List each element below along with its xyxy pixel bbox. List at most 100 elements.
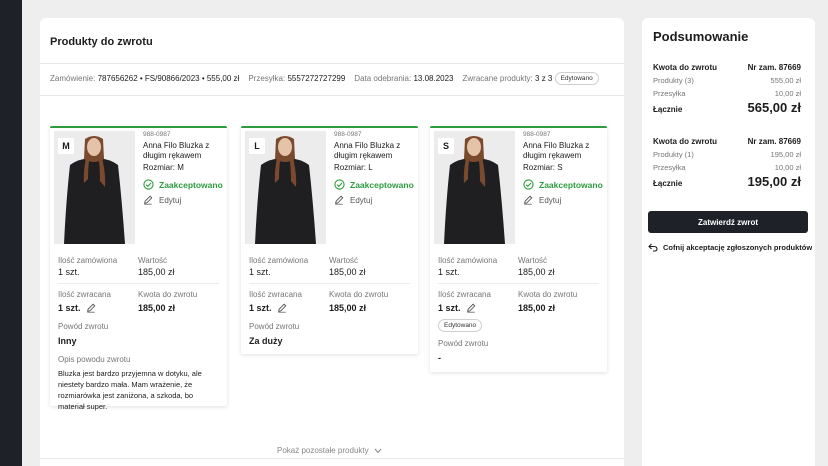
summary-title: Podsumowanie [653,29,749,44]
refund-header: Kwota do zwrotu Nr zam. 87669 [653,63,801,72]
reason-label: Powód zwrotu [249,322,300,331]
total-row: Łącznie 195,00 zł [653,174,801,189]
check-circle-icon [143,179,154,190]
edit-button[interactable]: Edytuj [334,195,372,205]
size-badge: S [438,138,454,154]
status-accepted: Zaakceptowano [334,179,414,190]
edit-button[interactable]: Edytuj [523,195,561,205]
return-products-panel: Produkty do zwrotu Zamówienie: 787656262… [40,18,624,466]
show-more-products-button[interactable]: Pokaż pozostałe produkty [277,446,382,455]
refund-amount-label: Kwota do zwrotu [518,290,578,299]
shipping-value: 10,00 zł [774,163,801,172]
left-navigation-bar [0,0,22,466]
returned-qty-edit[interactable]: 1 szt. [58,303,96,313]
refund-header: Kwota do zwrotu Nr zam. 87669 [653,137,801,146]
refund-amount-value: 185,00 zł [329,303,367,313]
undo-arrow-icon [648,243,658,252]
pencil-icon [524,195,533,205]
ordered-qty-label: Ilość zamówiona [249,256,309,265]
pencil-icon [86,303,95,313]
status-accepted: Zaakceptowano [143,179,223,190]
reason-label: Powód zwrotu [58,322,109,331]
value-value: 185,00 zł [329,267,366,277]
total-label: Łącznie [653,179,683,188]
product-size: Rozmiar: L [334,163,373,172]
size-badge: L [249,138,265,154]
returned-qty-edit[interactable]: 1 szt. [438,303,476,313]
order-meta: Zamówienie: 787656262 • FS/90866/2023 • … [50,70,599,86]
value-value: 185,00 zł [518,267,555,277]
reason-desc-label: Opis powodu zwrotu [58,355,131,364]
returned-qty-label: Ilość zwracana [58,290,111,299]
product-card: S 988-0987 Anna Filo Bluzka z długim ręk… [430,126,607,372]
products-value: 195,00 zł [770,150,801,159]
product-size: Rozmiar: S [523,163,563,172]
edited-badge: Edytowano [554,71,599,85]
value-label: Wartość [329,256,359,265]
refund-amount-label: Kwota do zwrotu [138,290,198,299]
returned-qty-label: Ilość zwracana [249,290,302,299]
reason-desc-text: Bluzka jest bardzo przyjemna w dotyku, a… [58,369,202,411]
show-more-label: Pokaż pozostałe produkty [277,446,369,455]
refund-amount-label: Kwota do zwrotu [329,290,389,299]
divider [249,283,410,284]
edited-badge: Edytowano [438,319,483,332]
value-label: Wartość [518,256,548,265]
product-sku: 988-0987 [334,131,362,138]
product-card: M 988-0987 Anna Filo Bluzka z długim ręk… [50,126,227,411]
divider [40,63,624,64]
ordered-qty-value: 1 szt. [58,267,80,277]
pencil-icon [466,303,475,313]
products-row: Produkty (3) 555,00 zł [653,76,801,85]
divider [40,458,624,459]
product-image[interactable]: M [54,131,135,244]
returned-qty-value: 1 szt. [438,303,461,313]
reason-value: - [438,353,441,363]
product-card: L 988-0987 Anna Filo Bluzka z długim ręk… [241,126,418,354]
returned-products-label: Zwracane produkty: [462,73,533,83]
confirm-return-button[interactable]: Zatwierdź zwrot [648,211,808,233]
product-name: Anna Filo Bluzka z długim rękawem [334,141,401,160]
product-size: Rozmiar: M [143,163,184,172]
total-value: 195,00 zł [747,174,802,189]
check-circle-icon [523,179,534,190]
order-label: Zamówienie: [50,73,96,83]
reason-value: Za duży [249,336,283,346]
size-badge: M [58,138,74,154]
refund-amount-value: 185,00 zł [138,303,176,313]
ordered-qty-label: Ilość zamówiona [438,256,498,265]
reason-value: Inny [58,336,77,346]
products-row: Produkty (1) 195,00 zł [653,150,801,159]
product-sku: 988-0987 [143,131,171,138]
refund-label: Kwota do zwrotu [653,63,717,72]
undo-acceptance-link[interactable]: Cofnij akceptację zgłoszonych produktów [648,243,812,252]
products-value: 555,00 zł [770,76,801,85]
total-value: 565,00 zł [747,100,802,115]
divider [58,283,219,284]
product-image[interactable]: S [434,131,515,244]
pencil-icon [335,195,344,205]
value-label: Wartość [138,256,168,265]
returned-qty-edit[interactable]: 1 szt. [249,303,287,313]
total-row: Łącznie 565,00 zł [653,100,801,115]
product-sku: 988-0987 [523,131,551,138]
products-label: Produkty (3) [653,76,694,85]
order-value: 787656262 • FS/90866/2023 • 555,00 zł [97,73,240,83]
product-name: Anna Filo Bluzka z długim rękawem [143,141,210,160]
products-label: Produkty (1) [653,150,694,159]
shipping-label: Przesyłka [653,89,686,98]
shipping-row: Przesyłka 10,00 zł [653,163,801,172]
product-image[interactable]: L [245,131,326,244]
divider [40,95,624,96]
ordered-qty-value: 1 szt. [438,267,460,277]
edit-button[interactable]: Edytuj [143,195,181,205]
summary-panel: Podsumowanie Kwota do zwrotu Nr zam. 876… [642,18,815,466]
status-accepted: Zaakceptowano [523,179,603,190]
pencil-icon [144,195,153,205]
returned-qty-value: 1 szt. [249,303,272,313]
status-label: Zaakceptowano [350,179,414,190]
order-number: Nr zam. 87669 [747,137,801,146]
shipping-row: Przesyłka 10,00 zł [653,89,801,98]
shipment-value: 5557272727299 [287,73,346,83]
returned-qty-label: Ilość zwracana [438,290,491,299]
